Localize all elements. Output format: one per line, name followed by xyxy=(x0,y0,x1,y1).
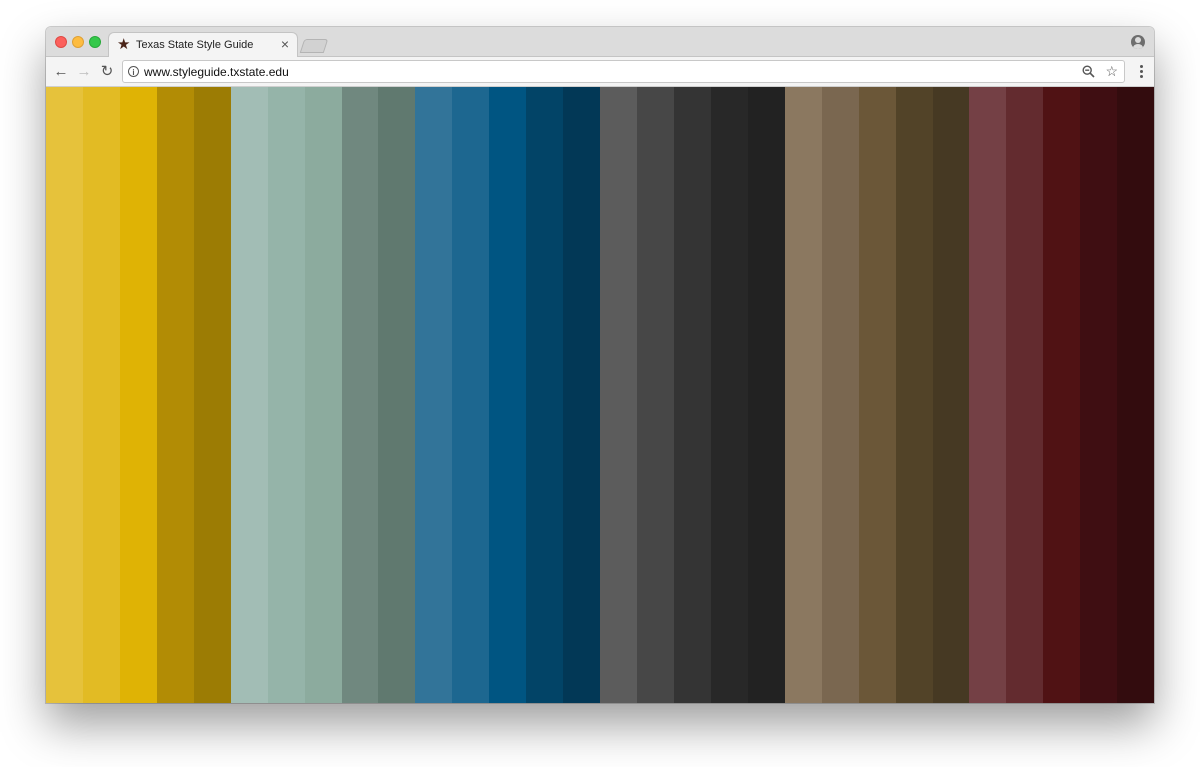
tab-title: Texas State Style Guide xyxy=(136,39,254,51)
color-swatch-blue-3 xyxy=(489,87,527,703)
color-swatch-gray-2 xyxy=(637,87,674,703)
new-tab-button[interactable] xyxy=(299,39,329,53)
color-swatch-brown-3 xyxy=(858,87,896,703)
color-swatch-blue-5 xyxy=(563,87,601,703)
color-swatch-gray-1 xyxy=(600,87,637,703)
color-swatch-maroon-4 xyxy=(1080,87,1118,703)
color-swatch-sage-4 xyxy=(341,87,379,703)
color-swatch-sage-3 xyxy=(304,87,342,703)
color-swatch-blue-2 xyxy=(452,87,490,703)
color-swatch-brown-1 xyxy=(784,87,822,703)
color-swatch-gray-3 xyxy=(673,87,711,703)
color-swatch-gray-5 xyxy=(747,87,785,703)
color-swatch-brown-4 xyxy=(895,87,933,703)
tab-texas-state-style-guide[interactable]: ★ Texas State Style Guide × xyxy=(108,32,298,58)
color-swatch-maroon-1 xyxy=(969,87,1007,703)
tab-close-icon[interactable]: × xyxy=(281,37,289,51)
profile-icon[interactable] xyxy=(1131,35,1145,49)
color-swatch-brown-2 xyxy=(821,87,859,703)
address-bar[interactable]: i www.styleguide.txstate.edu ☆ xyxy=(122,60,1125,83)
forward-arrow-icon[interactable]: → xyxy=(75,63,93,81)
color-swatch-sage-1 xyxy=(230,87,268,703)
color-swatch-maroon-5 xyxy=(1117,87,1154,703)
color-palette xyxy=(46,87,1154,703)
url-text[interactable]: www.styleguide.txstate.edu xyxy=(144,65,289,79)
star-favicon-icon: ★ xyxy=(117,36,131,53)
color-swatch-maroon-2 xyxy=(1006,87,1044,703)
reload-icon[interactable]: ↻ xyxy=(98,63,116,81)
color-swatch-sage-5 xyxy=(378,87,416,703)
maximize-window-button[interactable] xyxy=(89,36,101,48)
color-swatch-gold-2 xyxy=(82,87,120,703)
color-swatch-gold-3 xyxy=(119,87,157,703)
zoom-out-icon[interactable] xyxy=(1082,65,1095,78)
more-menu-icon[interactable] xyxy=(1136,63,1146,81)
bookmark-star-icon[interactable]: ☆ xyxy=(1105,63,1118,80)
back-arrow-icon[interactable]: ← xyxy=(52,63,70,81)
close-window-button[interactable] xyxy=(55,36,67,48)
color-swatch-gold-4 xyxy=(156,87,194,703)
color-swatch-brown-5 xyxy=(932,87,970,703)
color-swatch-gray-4 xyxy=(710,87,748,703)
title-bar: ★ Texas State Style Guide × xyxy=(46,27,1154,58)
color-swatch-gold-5 xyxy=(193,87,231,703)
browser-toolbar: ← → ↻ i www.styleguide.txstate.edu ☆ xyxy=(46,57,1154,87)
color-swatch-maroon-3 xyxy=(1043,87,1081,703)
color-swatch-blue-1 xyxy=(415,87,453,703)
site-info-icon[interactable]: i xyxy=(128,66,139,77)
minimize-window-button[interactable] xyxy=(72,36,84,48)
color-swatch-sage-2 xyxy=(267,87,305,703)
browser-window: ★ Texas State Style Guide × ← → ↻ i www.… xyxy=(46,27,1154,703)
color-swatch-blue-4 xyxy=(526,87,564,703)
color-swatch-gold-1 xyxy=(46,87,83,703)
